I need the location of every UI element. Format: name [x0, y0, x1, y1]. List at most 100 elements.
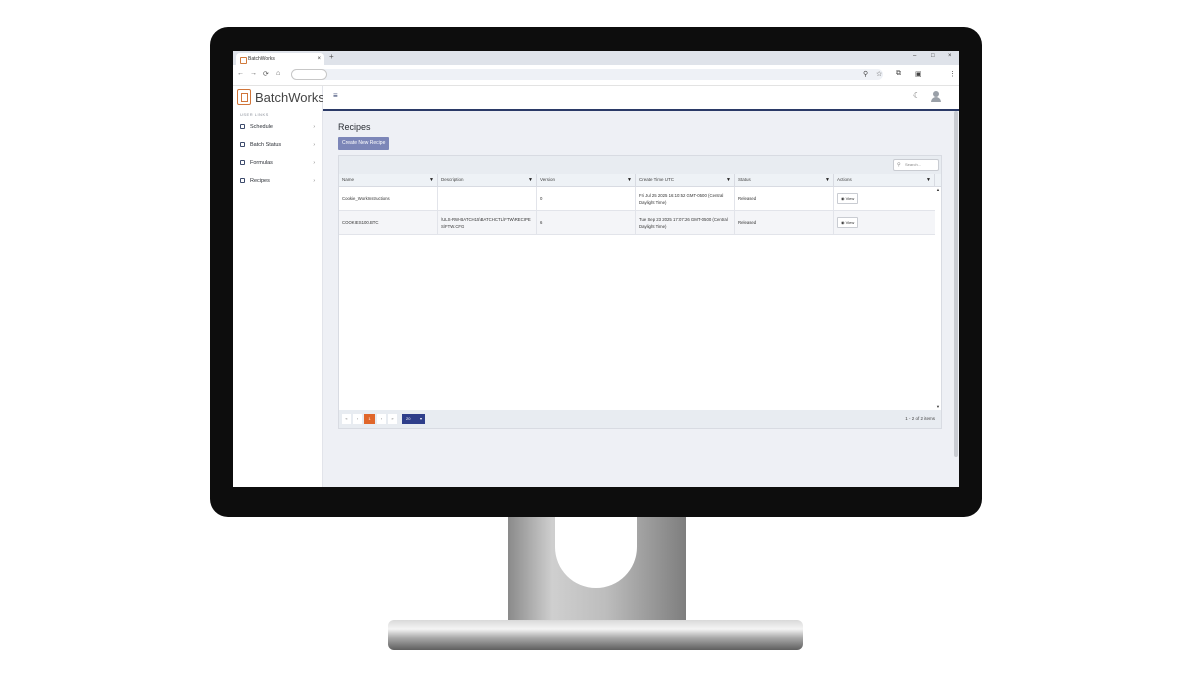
recipes-grid: ⚲ Search... Name ▼ Description ▼ Version ▼ … — [338, 155, 942, 429]
table-row[interactable]: COOKIES100.BTC \ULS-RW-BATCH15\BATCHCTL\… — [339, 211, 935, 235]
prev-page-button[interactable]: ‹ — [353, 414, 362, 424]
theme-toggle-icon[interactable]: ☾ — [913, 91, 920, 100]
page-scrollbar[interactable] — [954, 111, 958, 457]
filter-icon[interactable]: ▼ — [429, 174, 434, 186]
column-header-status[interactable]: Status ▼ — [735, 174, 834, 186]
app-topbar: ≡ ☾ — [323, 86, 959, 111]
pager-summary: 1 - 2 of 2 items — [905, 416, 935, 421]
sidebar-item-batch-status[interactable]: Batch Status › — [239, 139, 315, 151]
new-tab-button[interactable]: + — [329, 52, 334, 61]
url-field[interactable] — [291, 69, 327, 80]
cell-status: Released — [735, 211, 834, 234]
star-icon[interactable]: ☆ — [876, 70, 882, 78]
sidebar-item-label: Recipes — [250, 178, 270, 184]
column-header-name[interactable]: Name ▼ — [339, 174, 438, 186]
clipboard-icon — [240, 160, 245, 165]
cell-version: 0 — [537, 187, 636, 210]
next-page-button[interactable]: › — [377, 414, 386, 424]
search-icon: ⚲ — [897, 162, 901, 168]
page-button-current[interactable]: 1 — [364, 414, 375, 424]
filter-icon[interactable]: ▼ — [926, 174, 931, 186]
view-button[interactable]: ◉ View — [837, 217, 859, 228]
brand-name: BatchWorks — [255, 90, 325, 105]
avatar-body — [931, 97, 941, 102]
column-label: Description — [441, 177, 464, 182]
cell-version: 6 — [537, 211, 636, 234]
back-button[interactable]: ← — [237, 70, 244, 77]
cell-description — [438, 187, 537, 210]
forward-button[interactable]: → — [250, 70, 257, 77]
column-label: Status — [738, 177, 751, 182]
sidebar-item-label: Batch Status — [250, 142, 282, 148]
first-page-button[interactable]: « — [342, 414, 351, 424]
tab-title: BatchWorks — [248, 56, 275, 62]
minimize-button[interactable]: – — [913, 53, 916, 59]
column-header-create-time[interactable]: Create Time UTC ▼ — [636, 174, 735, 186]
address-bar[interactable] — [291, 69, 883, 80]
chevron-right-icon: › — [313, 124, 315, 130]
create-new-recipe-button[interactable]: Create New Recipe — [338, 137, 390, 150]
browser-tab[interactable]: BatchWorks × — [236, 53, 324, 65]
grid-icon — [240, 142, 245, 147]
table-row[interactable]: Cookie_WorkInstructions 0 Fri Jul 25 202… — [339, 187, 935, 211]
column-header-actions[interactable]: Actions ▼ — [834, 174, 935, 186]
grid-pager: « ‹ 1 › » 20 ▾ 1 - 2 of 2 items — [339, 410, 941, 428]
cell-name: Cookie_WorkInstructions — [339, 187, 438, 210]
page-title: Recipes — [338, 122, 371, 132]
sidebar-section-title: USER LINKS — [240, 112, 269, 117]
view-label: View — [845, 220, 855, 225]
chevron-right-icon: › — [313, 142, 315, 148]
column-header-description[interactable]: Description ▼ — [438, 174, 537, 186]
cell-create-time: Fri Jul 25 2025 16:10:52 GMT-0500 (Centr… — [636, 187, 735, 210]
chevron-right-icon: › — [313, 178, 315, 184]
sidebar-item-recipes[interactable]: Recipes › — [239, 175, 315, 187]
column-label: Version — [540, 177, 556, 182]
home-button[interactable]: ⌂ — [276, 70, 280, 77]
cell-status: Released — [735, 187, 834, 210]
column-label: Create Time UTC — [639, 177, 675, 182]
sidebar-item-label: Formulas — [250, 160, 273, 166]
filter-icon[interactable]: ▼ — [825, 174, 830, 186]
cell-actions: ◉ View — [834, 187, 935, 210]
chevron-down-icon: ▾ — [419, 416, 422, 421]
cell-create-time: Tue Sep 23 2025 17:07:26 GMT-0500 (Centr… — [636, 211, 735, 234]
sidebar-item-schedule[interactable]: Schedule › — [239, 121, 315, 133]
view-label: View — [845, 196, 855, 201]
clipboard-icon — [240, 178, 245, 183]
last-page-button[interactable]: » — [388, 414, 397, 424]
scroll-down-icon[interactable]: ▼ — [936, 404, 940, 409]
grid-toolbar: ⚲ Search... — [339, 156, 941, 174]
monitor-stand-base — [388, 620, 803, 650]
menu-icon[interactable]: ⋮ — [949, 70, 956, 78]
tab-close-icon[interactable]: × — [317, 53, 321, 65]
favicon-icon — [240, 57, 247, 64]
page-size-value: 20 — [406, 416, 411, 421]
column-header-version[interactable]: Version ▼ — [537, 174, 636, 186]
search-icon[interactable]: ⚲ — [863, 70, 868, 78]
sidebar-item-formulas[interactable]: Formulas › — [239, 157, 315, 169]
monitor-screen: BatchWorks × + – □ × ← → ⟳ ⌂ ⚲ ☆ ⧉ ▣ ⋮ B… — [233, 51, 959, 487]
reload-button[interactable]: ⟳ — [263, 70, 269, 78]
scroll-up-icon[interactable]: ▲ — [936, 187, 940, 192]
filter-icon[interactable]: ▼ — [528, 174, 533, 186]
cube-icon — [240, 124, 245, 129]
page-size-select[interactable]: 20 ▾ — [402, 414, 425, 424]
filter-icon[interactable]: ▼ — [726, 174, 731, 186]
cell-actions: ◉ View — [834, 211, 935, 234]
cell-description: \ULS-RW-BATCH15\BATCHCTL\FTW\RECIPES\FTW… — [438, 211, 537, 234]
search-input[interactable]: ⚲ Search... — [893, 159, 939, 171]
close-window-button[interactable]: × — [948, 53, 952, 59]
view-button[interactable]: ◉ View — [837, 193, 859, 204]
extensions-icon[interactable]: ⧉ — [896, 70, 901, 78]
browser-toolbar: ← → ⟳ ⌂ ⚲ ☆ ⧉ ▣ ⋮ — [233, 65, 959, 86]
browser-tabbar: BatchWorks × + – □ × — [233, 51, 959, 65]
column-label: Actions — [837, 177, 852, 182]
sidebar-item-label: Schedule — [250, 124, 273, 130]
cell-name: COOKIES100.BTC — [339, 211, 438, 234]
user-avatar-icon[interactable] — [931, 91, 941, 102]
maximize-button[interactable]: □ — [931, 53, 935, 59]
hamburger-menu-icon[interactable]: ≡ — [333, 91, 338, 100]
sidebar-icon[interactable]: ▣ — [915, 70, 922, 78]
filter-icon[interactable]: ▼ — [627, 174, 632, 186]
sidebar: BatchWorks USER LINKS Schedule › Batch S… — [233, 86, 325, 487]
